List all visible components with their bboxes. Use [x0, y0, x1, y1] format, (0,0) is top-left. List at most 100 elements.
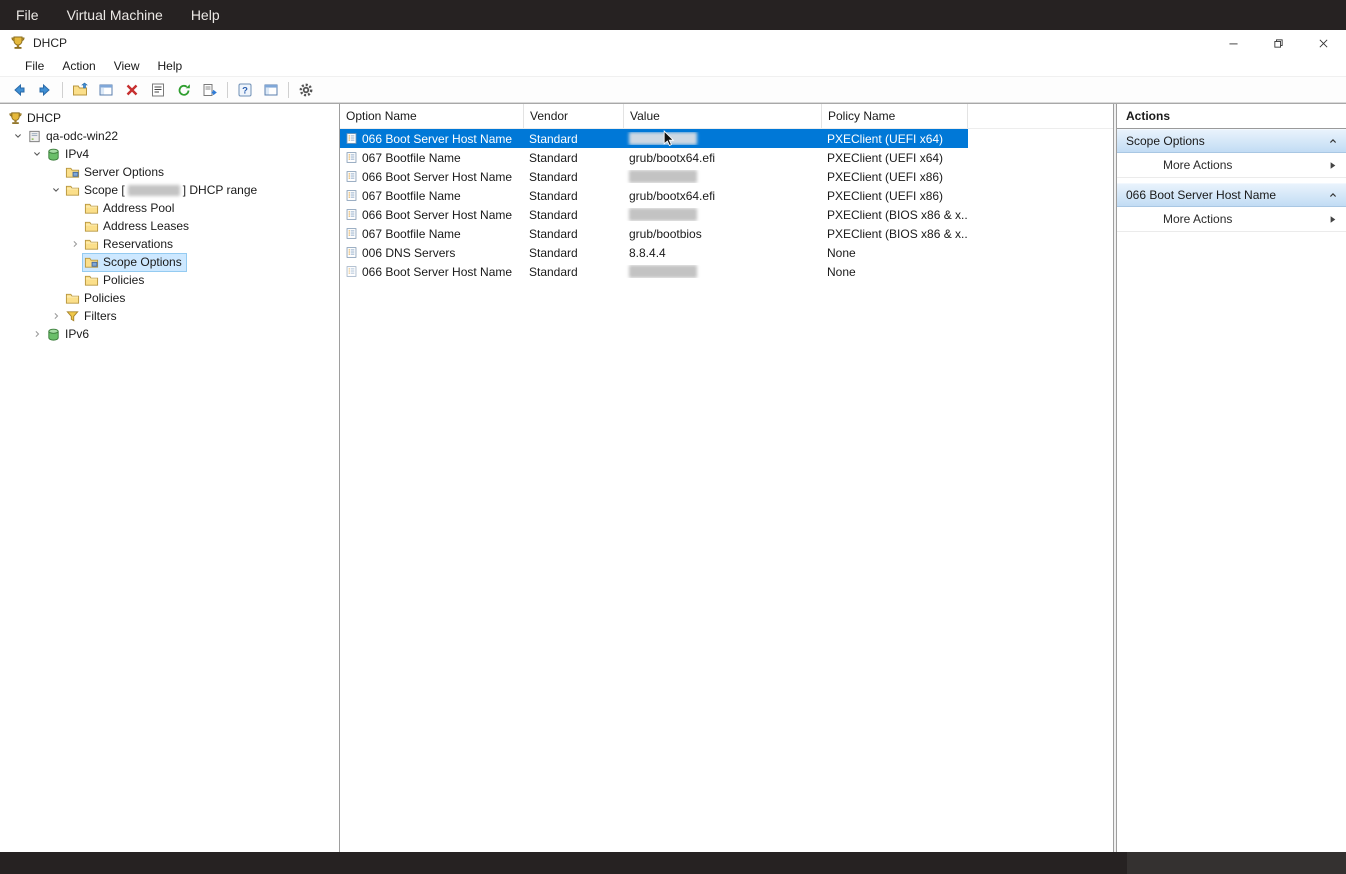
column-header-filler	[968, 104, 1113, 128]
minimize-button[interactable]	[1211, 30, 1256, 56]
option-name-cell: 066 Boot Server Host Name	[340, 208, 524, 222]
folder-icon	[84, 273, 99, 288]
tree-item-dhcp-root[interactable]: DHCP	[0, 109, 339, 127]
chevron-down-icon[interactable]	[29, 148, 44, 160]
actions-section-title: 066 Boot Server Host Name	[1126, 188, 1276, 202]
folder-icon	[65, 183, 80, 198]
chevron-down-icon[interactable]	[48, 184, 63, 196]
show-console-window-button[interactable]	[94, 79, 118, 101]
tree-item-address-leases[interactable]: Address Leases	[0, 217, 339, 235]
value-cell: 8.8.4.4	[624, 246, 822, 260]
forward-icon	[37, 82, 53, 98]
export-list-icon	[202, 82, 218, 98]
window-icon	[98, 82, 114, 98]
filter-icon	[65, 309, 80, 324]
restore-button[interactable]	[1256, 30, 1301, 56]
vm-menu-help[interactable]: Help	[177, 0, 234, 30]
column-header-policy-name[interactable]: Policy Name	[822, 104, 968, 128]
list-row[interactable]: 066 Boot Server Host Name Standard None	[340, 262, 968, 281]
chevron-down-icon[interactable]	[10, 130, 25, 142]
actions-section-066-boot-server[interactable]: 066 Boot Server Host Name	[1117, 183, 1346, 207]
minimize-icon	[1227, 37, 1240, 50]
list-row[interactable]: 066 Boot Server Host Name Standard PXECl…	[340, 167, 968, 186]
policy-cell: None	[822, 265, 968, 279]
dhcp-console-window: DHCP File Action View Help DHCP	[0, 30, 1346, 852]
menu-view[interactable]: View	[105, 56, 149, 77]
close-button[interactable]	[1301, 30, 1346, 56]
more-actions-066-boot-server[interactable]: More Actions	[1117, 207, 1346, 232]
policy-cell: PXEClient (UEFI x64)	[822, 132, 968, 146]
vendor-cell: Standard	[524, 189, 624, 203]
tree-item-address-pool[interactable]: Address Pool	[0, 199, 339, 217]
chevron-right-icon[interactable]	[67, 238, 82, 250]
options-folder-icon	[84, 255, 99, 270]
back-icon	[11, 82, 27, 98]
up-one-level-button[interactable]	[68, 79, 92, 101]
tree-item-policies[interactable]: Policies	[0, 289, 339, 307]
policy-cell: PXEClient (UEFI x86)	[822, 189, 968, 203]
redacted-value	[629, 208, 697, 221]
back-button[interactable]	[7, 79, 31, 101]
redacted-scope-ip	[128, 185, 180, 196]
delete-button[interactable]	[120, 79, 144, 101]
tree-item-server-options[interactable]: Server Options	[0, 163, 339, 181]
tree-item-ipv4[interactable]: IPv4	[0, 145, 339, 163]
console-tree-icon	[263, 82, 279, 98]
option-icon	[345, 151, 358, 164]
value-cell: grub/bootx64.efi	[624, 151, 822, 165]
chevron-right-icon[interactable]	[29, 328, 44, 340]
policy-cell: PXEClient (UEFI x86)	[822, 170, 968, 184]
tree-item-reservations[interactable]: Reservations	[0, 235, 339, 253]
option-name-cell: 067 Bootfile Name	[340, 151, 524, 165]
tree-item-label: Address Pool	[103, 201, 174, 215]
settings-button[interactable]	[294, 79, 318, 101]
tree-item-ipv6[interactable]: IPv6	[0, 325, 339, 343]
menu-file[interactable]: File	[16, 56, 53, 77]
vm-menu-virtual-machine[interactable]: Virtual Machine	[53, 0, 177, 30]
vm-menu-file[interactable]: File	[2, 0, 53, 30]
actions-pane: Actions Scope Options More Actions 066 B…	[1116, 104, 1346, 852]
list-row[interactable]: 066 Boot Server Host Name Standard PXECl…	[340, 129, 968, 148]
more-actions-scope-options[interactable]: More Actions	[1117, 153, 1346, 178]
vendor-cell: Standard	[524, 227, 624, 241]
refresh-button[interactable]	[172, 79, 196, 101]
list-header: Option Name Vendor Value Policy Name	[340, 104, 1113, 129]
tree-item-scope[interactable]: Scope [] DHCP range	[0, 181, 339, 199]
tree-item-label: Address Leases	[103, 219, 189, 233]
tree-item-filters[interactable]: Filters	[0, 307, 339, 325]
list-row[interactable]: 067 Bootfile Name Standard grub/bootbios…	[340, 224, 968, 243]
tree-item-scope-options[interactable]: Scope Options	[0, 253, 339, 271]
policy-cell: None	[822, 246, 968, 260]
delete-x-icon	[124, 82, 140, 98]
value-cell	[624, 132, 822, 145]
export-list-button[interactable]	[198, 79, 222, 101]
actions-section-scope-options[interactable]: Scope Options	[1117, 129, 1346, 153]
chevron-up-icon[interactable]	[1327, 135, 1339, 147]
list-row[interactable]: 066 Boot Server Host Name Standard PXECl…	[340, 205, 968, 224]
value-cell	[624, 208, 822, 221]
tree-item-server[interactable]: qa-odc-win22	[0, 127, 339, 145]
vendor-cell: Standard	[524, 170, 624, 184]
list-row[interactable]: 067 Bootfile Name Standard grub/bootx64.…	[340, 148, 968, 167]
menu-action[interactable]: Action	[53, 56, 104, 77]
column-header-value[interactable]: Value	[624, 104, 822, 128]
column-header-option-name[interactable]: Option Name	[340, 104, 524, 128]
chevron-up-icon[interactable]	[1327, 189, 1339, 201]
list-row[interactable]: 067 Bootfile Name Standard grub/bootx64.…	[340, 186, 968, 205]
show-console-tree-button[interactable]	[259, 79, 283, 101]
option-icon	[345, 227, 358, 240]
actions-section-title: Scope Options	[1126, 134, 1205, 148]
forward-button[interactable]	[33, 79, 57, 101]
chevron-right-icon[interactable]	[48, 310, 63, 322]
help-button[interactable]	[233, 79, 257, 101]
gear-icon	[298, 82, 314, 98]
tree-item-scope-policies[interactable]: Policies	[0, 271, 339, 289]
column-header-vendor[interactable]: Vendor	[524, 104, 624, 128]
tree-item-label: Filters	[84, 309, 117, 323]
tree-item-label: DHCP	[27, 111, 61, 125]
menu-help[interactable]: Help	[149, 56, 192, 77]
list-row[interactable]: 006 DNS Servers Standard 8.8.4.4 None	[340, 243, 968, 262]
properties-button[interactable]	[146, 79, 170, 101]
tree-item-label: Reservations	[103, 237, 173, 251]
ipv6-database-icon	[46, 327, 61, 342]
